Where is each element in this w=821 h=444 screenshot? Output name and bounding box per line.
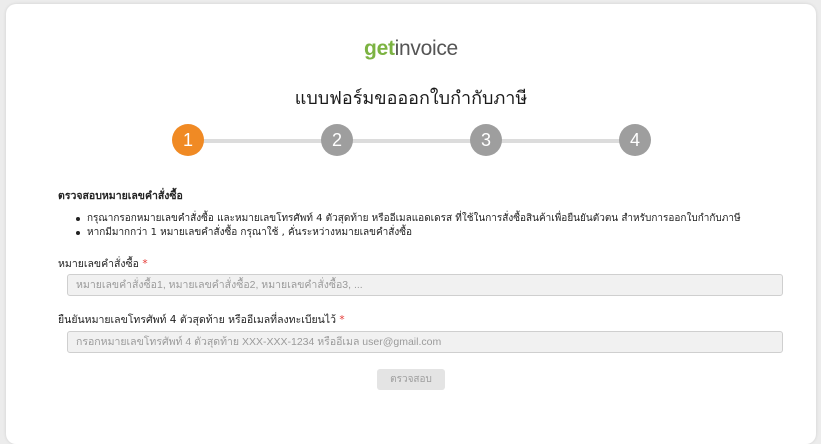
order-number-label: หมายเลขคำสั่งซื้อ * <box>58 255 148 272</box>
getinvoice-logo: getinvoice <box>6 37 816 61</box>
step-1: 1 <box>172 124 204 156</box>
contact-verify-label-text: ยืนยันหมายเลขโทรศัพท์ 4 ตัวสุดท้าย หรืออ… <box>58 314 336 326</box>
instruction-list: กรุณากรอกหมายเลขคำสั่งซื้อ และหมายเลขโทร… <box>76 212 741 240</box>
step-4: 4 <box>619 124 651 156</box>
logo-text-get: get <box>364 37 395 60</box>
stepper-track <box>191 139 641 143</box>
required-mark: * <box>339 314 345 326</box>
instruction-item: กรุณากรอกหมายเลขคำสั่งซื้อ และหมายเลขโทร… <box>76 212 741 226</box>
required-mark: * <box>142 258 148 270</box>
contact-verify-input[interactable] <box>67 331 783 353</box>
progress-stepper: 1 2 3 4 <box>6 121 816 161</box>
instruction-item: หากมีมากกว่า 1 หมายเลขคำสั่งซื้อ กรุณาใช… <box>76 226 741 240</box>
order-number-label-text: หมายเลขคำสั่งซื้อ <box>58 258 139 270</box>
form-card: getinvoice แบบฟอร์มขอออกใบกำกับภาษี 1 2 … <box>6 4 816 444</box>
order-number-input[interactable] <box>67 274 783 296</box>
verify-button[interactable]: ตรวจสอบ <box>377 369 445 390</box>
contact-verify-label: ยืนยันหมายเลขโทรศัพท์ 4 ตัวสุดท้าย หรืออ… <box>58 311 345 328</box>
section-title: ตรวจสอบหมายเลขคำสั่งซื้อ <box>58 190 183 202</box>
step-3: 3 <box>470 124 502 156</box>
step-2: 2 <box>321 124 353 156</box>
logo-text-invoice: invoice <box>394 37 459 60</box>
form-title: แบบฟอร์มขอออกใบกำกับภาษี <box>294 88 528 109</box>
